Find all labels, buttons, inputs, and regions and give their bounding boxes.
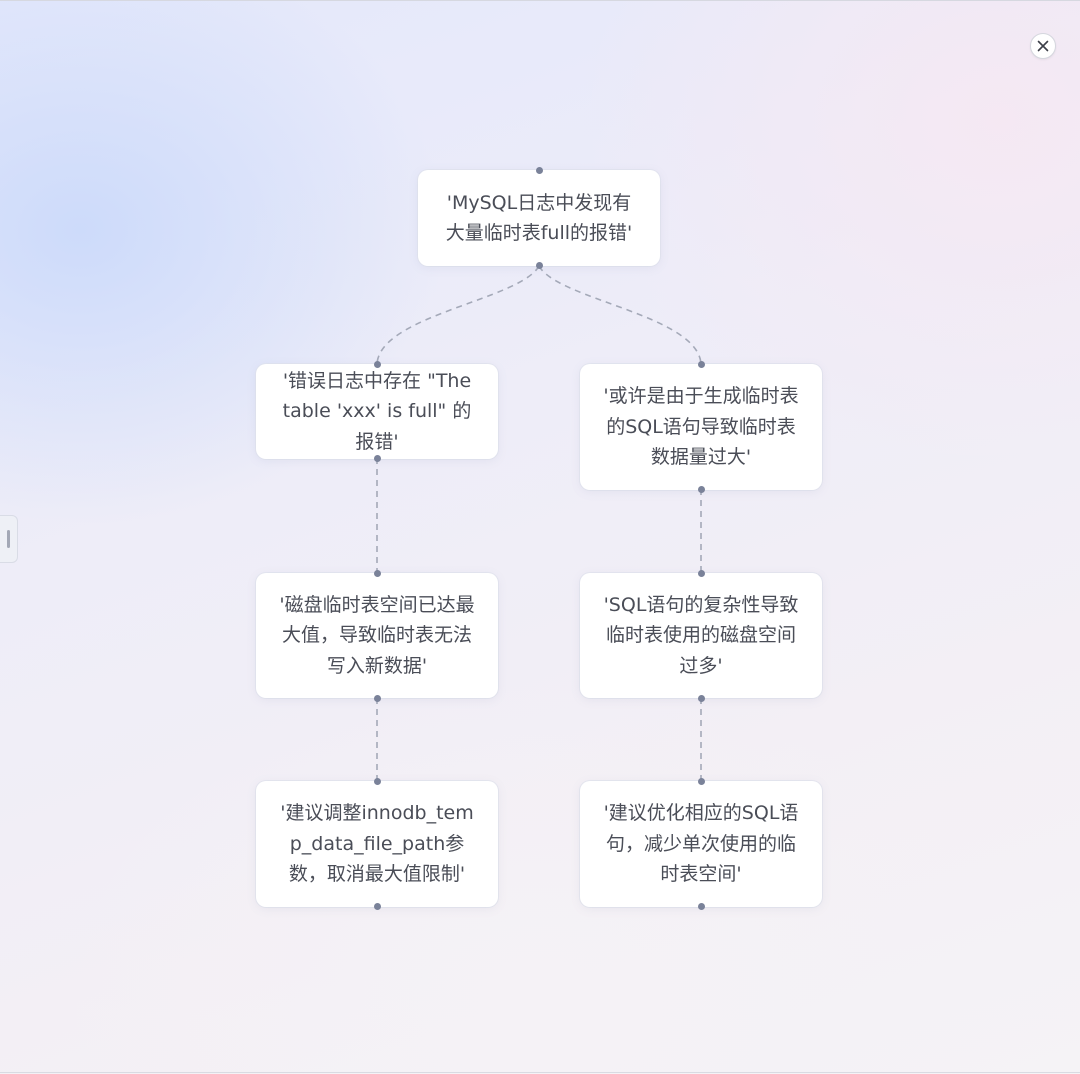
node-right1-bottom-port bbox=[697, 485, 705, 493]
node-left1-top-port bbox=[373, 360, 381, 368]
node-right2-label: 'SQL语句的复杂性导致临时表使用的磁盘空间过多' bbox=[603, 593, 799, 677]
node-left3-bottom-port bbox=[373, 902, 381, 910]
node-right2-bottom-port bbox=[697, 694, 705, 702]
node-right2[interactable]: 'SQL语句的复杂性导致临时表使用的磁盘空间过多' bbox=[580, 573, 822, 698]
node-right3-bottom-port bbox=[697, 902, 705, 910]
close-icon bbox=[1037, 40, 1049, 52]
edge-root-left1 bbox=[376, 265, 540, 365]
edge-root-right1 bbox=[538, 265, 702, 365]
node-root-label: 'MySQL日志中发现有大量临时表full的报错' bbox=[445, 191, 633, 245]
node-left3-label: '建议调整innodb_temp_data_file_path参数，取消最大值限… bbox=[280, 802, 474, 886]
node-left1[interactable]: '错误日志中存在 "The table 'xxx' is full" 的报错' bbox=[256, 364, 498, 459]
node-right2-top-port bbox=[697, 569, 705, 577]
node-right3[interactable]: '建议优化相应的SQL语句，减少单次使用的临时表空间' bbox=[580, 781, 822, 907]
node-root-top-port bbox=[535, 167, 543, 174]
node-left2-label: '磁盘临时表空间已达最大值，导致临时表无法写入新数据' bbox=[279, 593, 475, 677]
node-right1-label: '或许是由于生成临时表的SQL语句导致临时表数据量过大' bbox=[603, 385, 799, 469]
node-right3-label: '建议优化相应的SQL语句，减少单次使用的临时表空间' bbox=[603, 802, 799, 886]
node-right1-top-port bbox=[697, 360, 705, 368]
close-button[interactable] bbox=[1030, 33, 1056, 59]
node-left1-bottom-port bbox=[373, 454, 381, 462]
bottom-border bbox=[0, 1072, 1080, 1073]
node-root-bottom-port bbox=[535, 261, 543, 269]
diagram-edges bbox=[376, 265, 702, 781]
node-left3-top-port bbox=[373, 777, 381, 785]
node-left2-bottom-port bbox=[373, 694, 381, 702]
drag-handle-icon bbox=[7, 530, 10, 548]
node-left3[interactable]: '建议调整innodb_temp_data_file_path参数，取消最大值限… bbox=[256, 781, 498, 907]
node-right1[interactable]: '或许是由于生成临时表的SQL语句导致临时表数据量过大' bbox=[580, 364, 822, 490]
node-root[interactable]: 'MySQL日志中发现有大量临时表full的报错' bbox=[418, 170, 660, 266]
node-left1-label: '错误日志中存在 "The table 'xxx' is full" 的报错' bbox=[282, 369, 472, 453]
node-right3-top-port bbox=[697, 777, 705, 785]
node-left2[interactable]: '磁盘临时表空间已达最大值，导致临时表无法写入新数据' bbox=[256, 573, 498, 698]
node-left2-top-port bbox=[373, 569, 381, 577]
side-panel-handle[interactable] bbox=[0, 515, 18, 563]
